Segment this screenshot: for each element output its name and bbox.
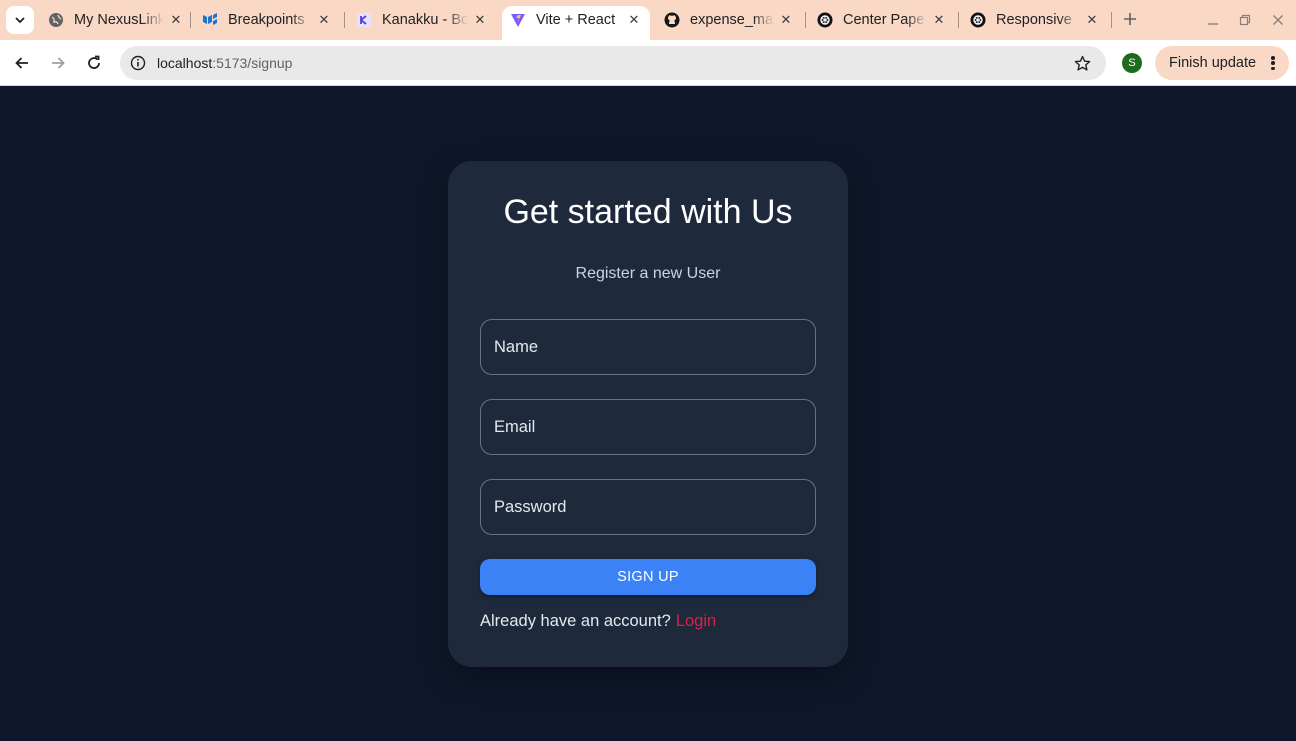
tab-strip: My NexusLink ✕ Breakpoints ✕ Kanakku - B… [0,0,1296,40]
finish-update-label: Finish update [1169,55,1257,71]
close-icon [1273,15,1283,25]
url-host: localhost [157,55,213,71]
browser-toolbar: localhost:5173/signup S Finish update [0,40,1296,86]
tab-title: Breakpoints [228,12,305,28]
tab-separator [805,12,806,28]
close-icon[interactable]: ✕ [778,12,794,28]
email-input[interactable] [480,399,816,455]
tab-my-nexuslink[interactable]: My NexusLink ✕ [48,6,184,34]
tab-separator [344,12,345,28]
openai-icon [817,12,833,28]
page-title: Get started with Us [503,193,793,231]
back-button[interactable] [8,49,36,77]
tab-search-button[interactable] [6,6,34,34]
restore-button[interactable] [1235,10,1255,30]
tab-title: Responsive [996,12,1072,28]
github-icon [664,12,680,28]
tab-expense[interactable]: expense_ma ✕ [664,6,794,34]
address-bar[interactable]: localhost:5173/signup [120,46,1106,80]
chevron-down-icon [15,17,25,24]
signup-card: Get started with Us Register a new User … [448,161,848,667]
reload-button[interactable] [80,49,108,77]
mui-icon [202,12,218,28]
close-icon[interactable]: ✕ [168,12,184,28]
tab-kanakku[interactable]: Kanakku - Bo ✕ [356,6,488,34]
arrow-left-icon [15,57,28,69]
tab-breakpoints[interactable]: Breakpoints ✕ [202,6,332,34]
new-tab-button[interactable] [1119,8,1141,30]
tab-separator [1111,12,1112,28]
forward-button[interactable] [44,49,72,77]
globe-icon [48,12,64,28]
close-icon[interactable]: ✕ [931,12,947,28]
login-prompt-text: Already have an account? [480,612,671,630]
tab-title: My NexusLink [74,12,164,28]
info-icon[interactable] [128,53,148,73]
url-text[interactable]: localhost:5173/signup [157,55,292,71]
tab-vite-react[interactable]: Vite + React ✕ [502,6,650,40]
name-input[interactable] [480,319,816,375]
tab-title: Kanakku - Bo [382,12,468,28]
plus-icon [1124,13,1136,25]
close-icon[interactable]: ✕ [472,12,488,28]
kanakku-icon [356,12,372,28]
url-path: :5173/signup [212,55,293,71]
more-vert-icon[interactable] [1267,54,1279,72]
tab-responsive[interactable]: Responsive ✕ [970,6,1100,34]
page-subtitle: Register a new User [575,265,721,282]
vite-icon [510,12,526,28]
close-icon[interactable]: ✕ [626,12,642,28]
close-window-button[interactable] [1268,10,1288,30]
password-input[interactable] [480,479,816,535]
bookmark-star-icon[interactable] [1072,53,1092,73]
profile-avatar[interactable]: S [1122,53,1142,73]
arrow-right-icon [52,57,65,69]
tab-separator [190,12,191,28]
tab-title: expense_ma [690,12,774,28]
minimize-button[interactable] [1203,10,1223,30]
login-prompt: Already have an account? Login [480,612,716,631]
reload-icon [88,55,100,69]
tab-title: Center Pape [843,12,925,28]
close-icon[interactable]: ✕ [316,12,332,28]
tab-separator [958,12,959,28]
close-icon[interactable]: ✕ [1084,12,1100,28]
tab-title: Vite + React [536,12,616,28]
signup-button[interactable]: SIGN UP [480,559,816,595]
restore-icon [1239,14,1251,26]
login-link[interactable]: Login [676,612,716,630]
finish-update-button[interactable]: Finish update [1155,46,1289,80]
minimize-icon [1208,23,1218,25]
openai-icon [970,12,986,28]
tab-center-paper[interactable]: Center Pape ✕ [817,6,947,34]
